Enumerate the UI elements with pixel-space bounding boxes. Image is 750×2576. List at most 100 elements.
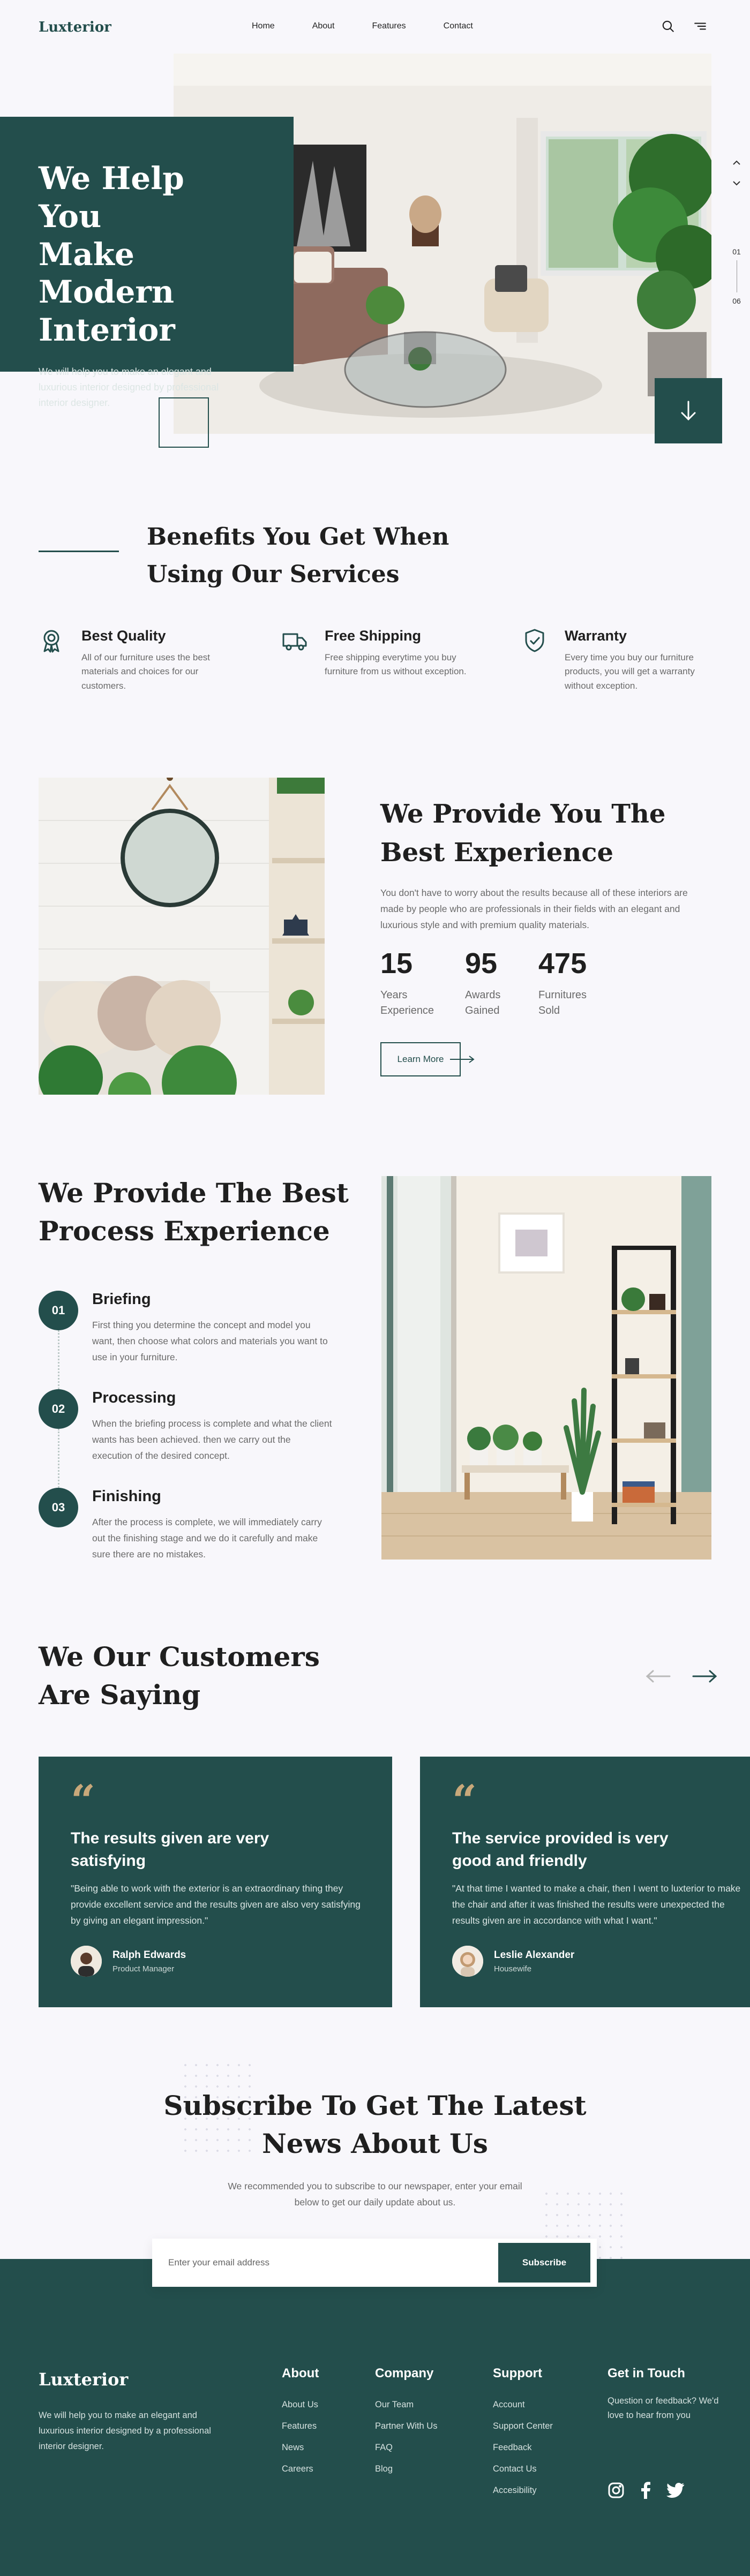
subscribe-title: Subscribe To Get The Latest News About U… [163,2090,587,2159]
footer-link[interactable]: Careers [282,2458,319,2480]
menu-icon[interactable] [693,19,707,33]
stat-label: Years Experience [380,989,434,1016]
step-connector [58,1330,59,1392]
step-number: 02 [39,1389,78,1429]
step-connector [58,1429,59,1491]
testimonial-card: “ The results given are very satisfying … [39,1757,392,2007]
slide-total: 06 [732,297,741,305]
testimonial-heading: The results given are very satisfying [71,1829,269,1870]
twitter-icon[interactable] [666,2483,685,2498]
footer-logo[interactable]: Luxterior [39,2369,128,2390]
footer-link[interactable]: Our Team [375,2394,437,2415]
author-role: Housewife [494,1964,532,1974]
nav-home[interactable]: Home [252,21,275,31]
author-role: Product Manager [112,1964,175,1974]
footer-column-title: Get in Touch [608,2366,685,2381]
footer-link[interactable]: About Us [282,2394,319,2415]
footer-column-title: Company [375,2366,434,2381]
email-input[interactable] [168,2257,498,2268]
testimonial-nav [645,1670,718,1683]
footer-link[interactable]: Features [282,2415,319,2437]
footer-link[interactable]: Account [493,2394,553,2415]
footer-link[interactable]: Feedback [493,2437,553,2458]
stat-value: 475 [538,947,587,980]
benefits-title: Benefits You Get When Using Our Services [147,523,449,589]
chevron-up-icon[interactable] [732,160,741,166]
step-text: After the process is complete, we will i… [92,1517,322,1560]
footer-link[interactable]: Accesibility [493,2480,553,2501]
testimonial-quote: "Being able to work with the exterior is… [71,1883,361,1926]
main-nav: Home About Features Contact [252,21,473,31]
scroll-down-button[interactable] [655,378,722,443]
feature-text: Every time you buy our furniture product… [565,652,695,691]
facebook-icon[interactable] [640,2482,651,2499]
learn-more-button[interactable]: Learn More [380,1042,461,1076]
search-icon[interactable] [661,19,675,33]
author-name: Ralph Edwards [112,1949,186,1961]
truck-icon [282,633,307,651]
subscribe-description: We recommended you to subscribe to our n… [228,2181,522,2208]
footer-column-contact: Get in Touch Question or feedback? We'd … [608,2366,725,2423]
footer-column-company: Company Our Team Partner With Us FAQ Blo… [375,2366,437,2480]
footer-link[interactable]: News [282,2437,319,2458]
nav-contact[interactable]: Contact [444,21,473,31]
hero-panel: We Help You Make Modern Interior We will… [0,117,294,408]
step-text: When the briefing process is complete an… [92,1418,332,1462]
chevron-down-icon[interactable] [732,180,741,186]
stat-years: 15 Years Experience [380,947,434,1019]
slide-current: 01 [732,247,741,256]
arrow-right-icon[interactable] [691,1670,718,1683]
stat-value: 15 [380,947,413,980]
logo[interactable]: Luxterior [39,19,111,35]
nav-features[interactable]: Features [372,21,406,31]
footer-link[interactable]: Partner With Us [375,2415,437,2437]
testimonial-card: “ The service provided is very good and … [420,1757,750,2007]
footer-contact-text: Question or feedback? We'd love to hear … [608,2396,719,2421]
footer-link[interactable]: Contact Us [493,2458,553,2480]
hero-description: We will help you to make an elegant and … [39,366,219,409]
step-text: First thing you determine the concept an… [92,1320,328,1363]
step-title: Briefing [92,1291,151,1308]
feature-title: Free Shipping [325,628,422,644]
stat-label: Furnitures Sold [538,989,587,1016]
header-actions [661,19,707,33]
footer-link[interactable]: Support Center [493,2415,553,2437]
feature-title: Best Quality [81,628,166,644]
testimonial-author: Leslie Alexander Housewife [452,1946,718,1977]
feature-best-quality: Best Quality All of our furniture uses t… [39,628,215,693]
author-name: Leslie Alexander [494,1949,575,1961]
feature-free-shipping: Free Shipping Free shipping everytime yo… [282,628,467,679]
arrow-right-icon [450,1056,475,1063]
experience-title: We Provide You The Best Experience [380,799,666,868]
nav-about[interactable]: About [312,21,335,31]
testimonial-quote: "At that time I wanted to make a chair, … [452,1883,741,1926]
avatar [452,1946,483,1977]
footer-column-title: Support [493,2366,542,2381]
footer-link[interactable]: FAQ [375,2437,437,2458]
footer-link[interactable]: Blog [375,2458,437,2480]
step-number: 03 [39,1488,78,1527]
testimonials-title: We Our Customers Are Saying [39,1641,320,1711]
step-title: Finishing [92,1488,161,1505]
footer-description: We will help you to make an elegant and … [39,2411,211,2451]
slide-controls: 01 06 [732,160,741,305]
quote-icon: “ [71,1775,96,1826]
feature-text: Free shipping everytime you buy furnitur… [325,652,467,677]
arrow-left-icon[interactable] [645,1670,672,1683]
step-finishing: Finishing After the process is complete,… [92,1488,333,1562]
page: Luxterior Home About Features Contact We… [0,0,750,2576]
testimonial-heading: The service provided is very good and fr… [452,1829,669,1870]
stat-value: 95 [465,947,498,980]
instagram-icon[interactable] [608,2482,625,2499]
process-title: We Provide The Best Process Experience [39,1177,349,1247]
shield-check-icon [525,629,544,652]
feature-title: Warranty [565,628,627,644]
benefits-accent-line [39,551,119,552]
step-processing: Processing When the briefing process is … [92,1389,333,1464]
subscribe-button[interactable]: Subscribe [498,2243,590,2283]
stat-awards: 95 Awards Gained [465,947,500,1019]
step-title: Processing [92,1389,176,1406]
stat-label: Awards Gained [465,989,501,1016]
arrow-down-icon [681,401,696,421]
footer-column-title: About [282,2366,319,2381]
